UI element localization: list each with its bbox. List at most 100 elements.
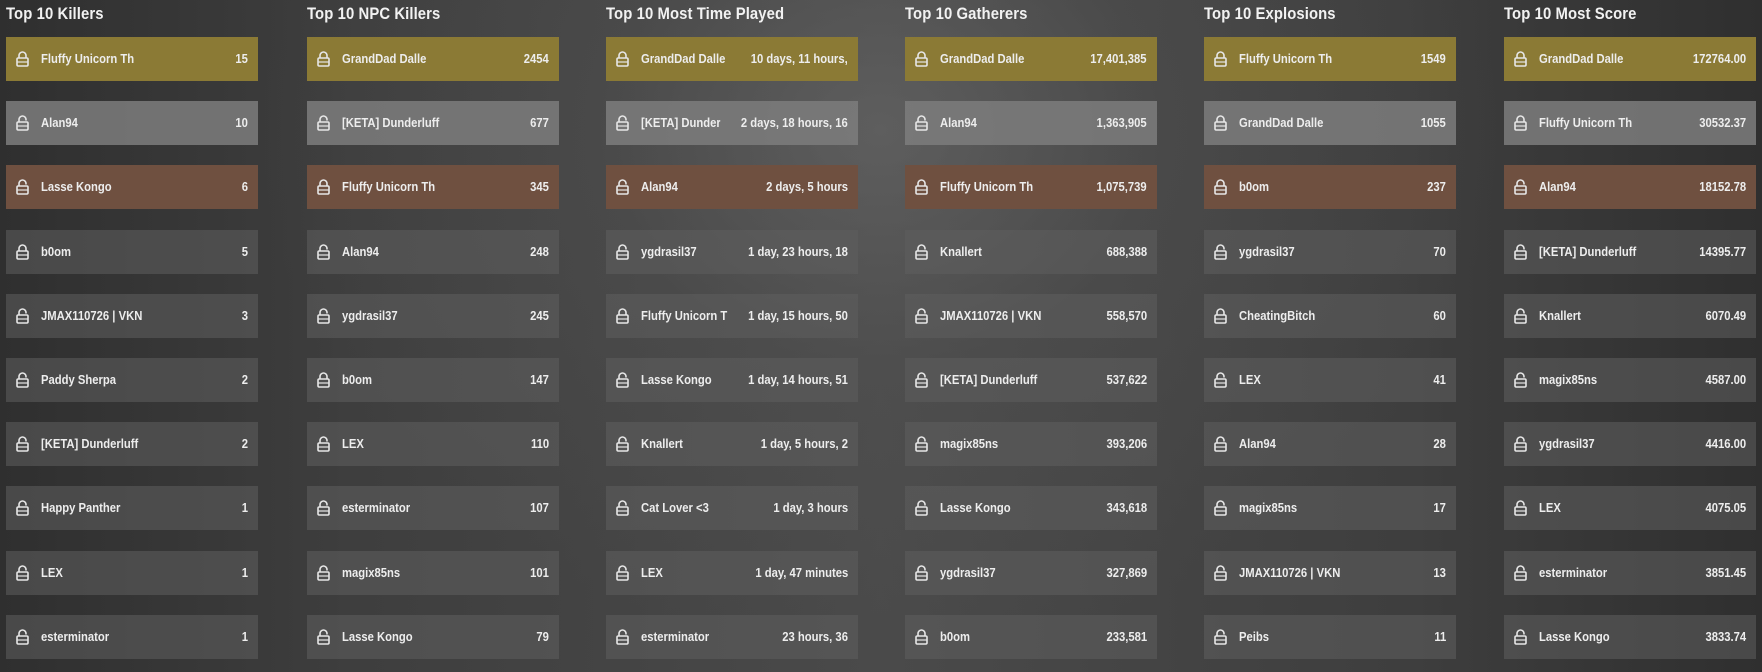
stat-value: 1 day, 5 hours, 2 (760, 437, 848, 451)
lock-closed-icon (915, 179, 929, 196)
leaderboard-row[interactable]: Lasse Kongo 6 (6, 165, 258, 209)
leaderboard-row[interactable]: ygdrasil37 1 day, 23 hours, 18 (606, 230, 858, 274)
leaderboard-row[interactable]: ygdrasil37 70 (1204, 230, 1456, 274)
leaderboard-row[interactable]: Alan94 10 (6, 101, 258, 145)
leaderboard-row[interactable]: magix85ns 17 (1204, 486, 1456, 530)
leaderboard-row[interactable]: Fluffy Unicorn Th 1 day, 15 hours, 50 (606, 294, 858, 338)
lock-open-icon (16, 179, 30, 196)
leaderboard-row[interactable]: magix85ns 393,206 (905, 422, 1157, 466)
leaderboard-row[interactable]: JMAX110726 | VKN 13 (1204, 551, 1456, 595)
leaderboard-row[interactable]: [KETA] Dunderluff 2 days, 18 hours, 16 (606, 101, 858, 145)
stat-value: 17,401,385 (1090, 52, 1147, 66)
leaderboard-row[interactable]: Cat Lover <3 1 day, 3 hours (606, 486, 858, 530)
leaderboard-row[interactable]: LEX 110 (307, 422, 559, 466)
lock-open-icon (317, 629, 331, 646)
stat-value: 30532.37 (1699, 116, 1746, 130)
leaderboard-row[interactable]: Alan94 2 days, 5 hours (606, 165, 858, 209)
player-name: Lasse Kongo (41, 180, 112, 194)
lock-open-icon (1214, 500, 1228, 517)
leaderboard-row[interactable]: Lasse Kongo 3833.74 (1504, 615, 1756, 659)
player-name: ygdrasil37 (1239, 245, 1295, 259)
leaderboard-row[interactable]: b0om 5 (6, 230, 258, 274)
leaderboard-title: Top 10 Gatherers (905, 5, 1028, 23)
leaderboard-row[interactable]: LEX 41 (1204, 358, 1456, 402)
stat-value: 345 (530, 180, 549, 194)
stat-value: 688,388 (1106, 245, 1147, 259)
stat-value: 2 days, 18 hours, 16 (741, 116, 848, 130)
stat-value: 4416.00 (1705, 437, 1746, 451)
player-name: LEX (1239, 373, 1261, 387)
leaderboard-row[interactable]: GrandDad Dalle 2454 (307, 37, 559, 81)
lock-open-icon (616, 436, 630, 453)
player-name: Alan94 (940, 116, 977, 130)
leaderboard-row[interactable]: GrandDad Dalle 17,401,385 (905, 37, 1157, 81)
lock-open-icon (16, 629, 30, 646)
leaderboard-row[interactable]: CheatingBitch 60 (1204, 294, 1456, 338)
leaderboard-row[interactable]: esterminator 1 (6, 615, 258, 659)
leaderboard-row[interactable]: GrandDad Dalle 172764.00 (1504, 37, 1756, 81)
leaderboard-row[interactable]: Alan94 248 (307, 230, 559, 274)
leaderboard-row[interactable]: Alan94 18152.78 (1504, 165, 1756, 209)
leaderboard-row[interactable]: magix85ns 4587.00 (1504, 358, 1756, 402)
leaderboard-row[interactable]: esterminator 3851.45 (1504, 551, 1756, 595)
stat-value: 3833.74 (1705, 630, 1746, 644)
leaderboard-row[interactable]: Fluffy Unicorn Th 15 (6, 37, 258, 81)
leaderboard-row[interactable]: ygdrasil37 245 (307, 294, 559, 338)
leaderboard-row[interactable]: LEX 4075.05 (1504, 486, 1756, 530)
stat-value: 248 (530, 245, 549, 259)
stat-value: 1 day, 3 hours (773, 501, 848, 515)
leaderboard-row[interactable]: b0om 233,581 (905, 615, 1157, 659)
lock-open-icon (317, 308, 331, 325)
leaderboard-row[interactable]: Happy Panther 1 (6, 486, 258, 530)
leaderboard-row[interactable]: esterminator 23 hours, 36 (606, 615, 858, 659)
lock-open-icon (915, 500, 929, 517)
leaderboard-row[interactable]: Fluffy Unicorn Th 1,075,739 (905, 165, 1157, 209)
player-name: magix85ns (1239, 501, 1298, 515)
leaderboard-row[interactable]: [KETA] Dunderluff 677 (307, 101, 559, 145)
leaderboard-row[interactable]: magix85ns 101 (307, 551, 559, 595)
stat-value: 13 (1433, 566, 1446, 580)
lock-open-icon (1214, 629, 1228, 646)
leaderboard-row[interactable]: GrandDad Dalle 10 days, 11 hours, (606, 37, 858, 81)
stat-value: 101 (530, 566, 549, 580)
leaderboard-row[interactable]: Lasse Kongo 343,618 (905, 486, 1157, 530)
leaderboard-row[interactable]: LEX 1 (6, 551, 258, 595)
leaderboard-row[interactable]: JMAX110726 | VKN 558,570 (905, 294, 1157, 338)
leaderboard-row[interactable]: [KETA] Dunderluff 2 (6, 422, 258, 466)
leaderboard-row[interactable]: [KETA] Dunderluff 14395.77 (1504, 230, 1756, 274)
leaderboard-row[interactable]: JMAX110726 | VKN 3 (6, 294, 258, 338)
leaderboard-row[interactable]: Fluffy Unicorn Th 30532.37 (1504, 101, 1756, 145)
leaderboard-row[interactable]: Alan94 28 (1204, 422, 1456, 466)
leaderboard-row[interactable]: Fluffy Unicorn Th 345 (307, 165, 559, 209)
leaderboard-row[interactable]: LEX 1 day, 47 minutes (606, 551, 858, 595)
leaderboard-row[interactable]: esterminator 107 (307, 486, 559, 530)
leaderboard-row[interactable]: Knallert 1 day, 5 hours, 2 (606, 422, 858, 466)
player-name: esterminator (342, 501, 411, 515)
leaderboard-row[interactable]: Alan94 1,363,905 (905, 101, 1157, 145)
leaderboard-row[interactable]: Paddy Sherpa 2 (6, 358, 258, 402)
leaderboard-row[interactable]: Lasse Kongo 79 (307, 615, 559, 659)
leaderboard-row[interactable]: b0om 147 (307, 358, 559, 402)
player-name: Lasse Kongo (1539, 630, 1610, 644)
player-name: Knallert (641, 437, 683, 451)
leaderboard-row[interactable]: Lasse Kongo 1 day, 14 hours, 51 (606, 358, 858, 402)
leaderboard-row[interactable]: [KETA] Dunderluff 537,622 (905, 358, 1157, 402)
leaderboard-row[interactable]: GrandDad Dalle 1055 (1204, 101, 1456, 145)
lock-open-icon (1514, 500, 1528, 517)
leaderboard-row[interactable]: Peibs 11 (1204, 615, 1456, 659)
leaderboard-row[interactable]: b0om 237 (1204, 165, 1456, 209)
stat-value: 10 (235, 116, 248, 130)
stat-value: 14395.77 (1699, 245, 1746, 259)
player-name: Knallert (940, 245, 982, 259)
stat-value: 6 (241, 180, 248, 194)
lock-open-icon (1514, 179, 1528, 196)
player-name: Fluffy Unicorn Th (342, 180, 436, 194)
stat-value: 2 (241, 437, 248, 451)
leaderboard-row[interactable]: ygdrasil37 4416.00 (1504, 422, 1756, 466)
leaderboard-title: Top 10 Most Time Played (606, 5, 785, 23)
player-name: magix85ns (1539, 373, 1598, 387)
leaderboard-row[interactable]: Knallert 6070.49 (1504, 294, 1756, 338)
leaderboard-row[interactable]: ygdrasil37 327,869 (905, 551, 1157, 595)
leaderboard-row[interactable]: Knallert 688,388 (905, 230, 1157, 274)
leaderboard-row[interactable]: Fluffy Unicorn Th 1549 (1204, 37, 1456, 81)
